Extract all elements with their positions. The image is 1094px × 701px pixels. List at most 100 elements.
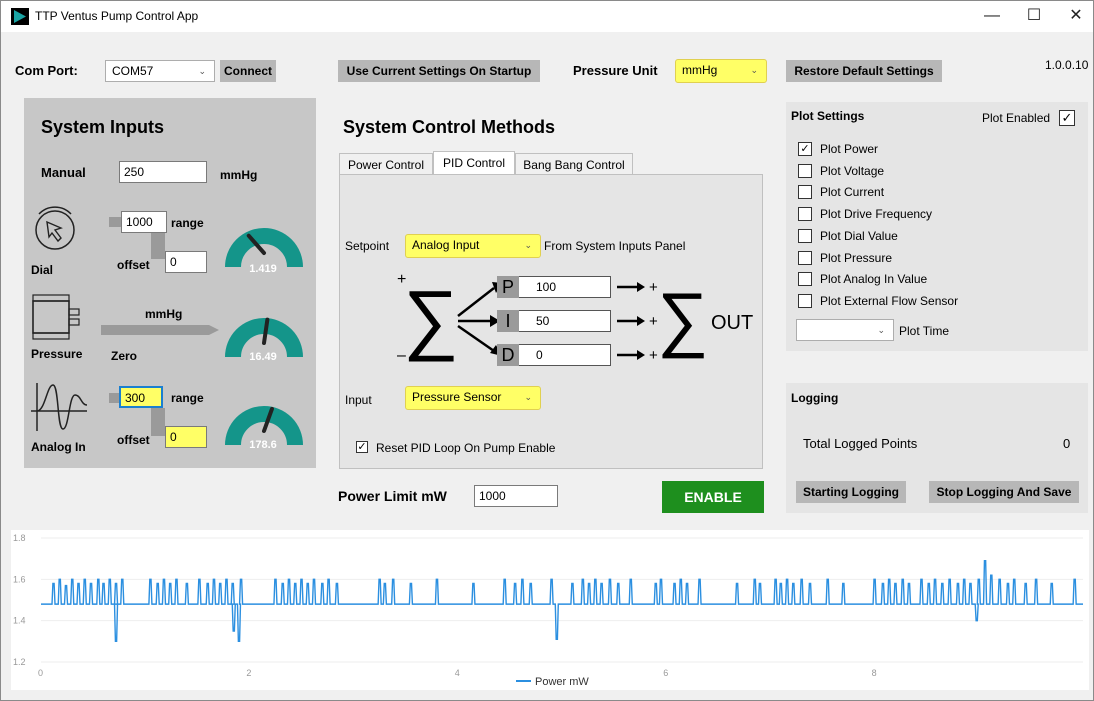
dial-range-arrow <box>109 217 121 227</box>
chart-area: 1.2 1.4 1.6 1.8 0 2 4 6 8 Power mW <box>11 530 1089 690</box>
setpoint-value: Analog Input <box>412 238 480 252</box>
chevron-down-icon: ⌄ <box>750 65 758 75</box>
p-gain-input[interactable]: 100 <box>511 276 611 298</box>
logging-title: Logging <box>791 391 839 405</box>
setpoint-note: From System Inputs Panel <box>544 239 686 253</box>
power-limit-label: Power Limit mW <box>338 488 447 504</box>
analog-waveform-icon <box>31 383 87 431</box>
enable-button[interactable]: ENABLE <box>662 481 764 513</box>
i-label: I <box>497 310 519 332</box>
maximize-button[interactable]: ☐ <box>1019 5 1049 27</box>
app-window: TTP Ventus Pump Control App — ☐ ✕ Com Po… <box>0 0 1094 701</box>
setpoint-select[interactable]: Analog Input ⌄ <box>405 234 541 258</box>
tab-power-control[interactable]: Power Control <box>339 153 433 175</box>
dial-range-label: range <box>171 216 204 230</box>
com-port-label: Com Port: <box>15 63 78 78</box>
sum-symbol-right: ∑ <box>657 279 709 359</box>
plot-item-label: Plot Power <box>820 142 879 156</box>
manual-unit: mmHg <box>220 168 258 182</box>
restore-defaults-button[interactable]: Restore Default Settings <box>786 60 942 82</box>
analog-range-label: range <box>171 391 204 405</box>
y-tick-label: 1.2 <box>13 657 26 667</box>
setpoint-label: Setpoint <box>345 239 390 253</box>
plot-item-checkbox[interactable]: ✓ <box>798 142 812 156</box>
d-label: D <box>497 344 519 366</box>
tab-bang-bang-control[interactable]: Bang Bang Control <box>515 153 633 175</box>
reset-pid-checkbox[interactable]: ✓ <box>356 441 368 453</box>
input-value: Pressure Sensor <box>412 390 502 404</box>
input-select[interactable]: Pressure Sensor ⌄ <box>405 386 541 410</box>
plot-item-label: Plot Voltage <box>820 163 885 178</box>
analog-in-label: Analog In <box>31 440 86 454</box>
window-title: TTP Ventus Pump Control App <box>35 9 199 23</box>
d-gain-input[interactable]: 0 <box>511 344 611 366</box>
y-tick-label: 1.8 <box>13 533 26 543</box>
total-logged-label: Total Logged Points <box>803 436 918 451</box>
plot-item-checkbox[interactable] <box>798 272 812 287</box>
input-label: Input <box>345 393 372 407</box>
plot-item-checkbox[interactable] <box>798 250 812 265</box>
plot-item-checkbox[interactable] <box>798 163 812 178</box>
analog-connector <box>151 408 165 436</box>
control-title: System Control Methods <box>343 117 556 137</box>
pressure-gauge-value: 16.49 <box>249 351 277 363</box>
pressure-sensor-icon <box>32 294 80 340</box>
plot-item-label: Plot Pressure <box>820 250 893 265</box>
use-current-settings-button[interactable]: Use Current Settings On Startup <box>338 60 540 82</box>
plot-item-checkbox[interactable] <box>798 293 812 308</box>
plot-item-label: Plot Analog In Value <box>820 272 928 287</box>
plot-item-checkbox[interactable] <box>798 228 812 243</box>
app-logo-icon <box>11 8 29 25</box>
com-port-select[interactable]: COM57 ⌄ <box>105 60 215 82</box>
com-port-value: COM57 <box>112 64 154 78</box>
plot-enabled-checkbox[interactable]: ✓ <box>1059 110 1075 126</box>
stop-logging-button[interactable]: Stop Logging And Save <box>929 481 1079 503</box>
system-inputs-title: System Inputs <box>41 117 165 137</box>
close-button[interactable]: ✕ <box>1061 5 1091 27</box>
pressure-unit-label: Pressure Unit <box>573 63 658 78</box>
zero-button[interactable]: Zero <box>111 349 137 363</box>
i-gain-input[interactable]: 50 <box>511 310 611 332</box>
plot-item-label: Plot External Flow Sensor <box>820 293 959 308</box>
dial-label: Dial <box>31 263 54 277</box>
x-tick-label: 6 <box>663 668 668 678</box>
power-limit-input[interactable]: 1000 <box>474 485 558 507</box>
analog-range-input[interactable]: 300 <box>119 386 163 408</box>
legend-label: Power mW <box>535 676 589 688</box>
pressure-unit-text: mmHg <box>145 307 183 321</box>
manual-input[interactable]: 250 <box>119 161 207 183</box>
start-logging-button[interactable]: Starting Logging <box>796 481 906 503</box>
plot-item-label: Plot Drive Frequency <box>820 207 933 222</box>
power-chart: 1.2 1.4 1.6 1.8 0 2 4 6 8 Power mW <box>13 533 1083 688</box>
analog-gauge-value: 178.6 <box>249 439 277 451</box>
y-tick-label: 1.4 <box>13 616 26 626</box>
minimize-button[interactable]: — <box>977 5 1007 27</box>
dial-range-input[interactable]: 1000 <box>121 211 167 233</box>
plot-enabled-label: Plot Enabled <box>982 111 1051 125</box>
pressure-unit-value: mmHg <box>682 63 718 77</box>
plot-time-label: Plot Time <box>899 324 950 338</box>
sum-symbol-left: ∑ <box>403 274 459 362</box>
connect-button[interactable]: Connect <box>220 60 276 82</box>
reset-pid-label: Reset PID Loop On Pump Enable <box>376 441 556 455</box>
power-series-line <box>41 560 1083 643</box>
plot-time-select[interactable]: ⌄ <box>796 319 894 341</box>
plot-item-checkbox[interactable] <box>798 185 812 200</box>
chevron-down-icon: ⌄ <box>198 66 206 76</box>
pressure-label: Pressure <box>31 347 83 361</box>
tab-pid-control[interactable]: PID Control <box>433 151 515 175</box>
chevron-down-icon: ⌄ <box>524 240 532 250</box>
dial-icon <box>35 206 75 250</box>
plot-settings-title: Plot Settings <box>791 109 865 123</box>
x-tick-label: 4 <box>455 668 460 678</box>
dial-gauge-value: 1.419 <box>249 263 277 275</box>
analog-offset-input[interactable]: 0 <box>165 426 207 448</box>
pressure-unit-select[interactable]: mmHg ⌄ <box>675 59 767 83</box>
dial-offset-label: offset <box>117 258 150 272</box>
chevron-down-icon: ⌄ <box>877 325 885 335</box>
plot-item-checkbox[interactable] <box>798 207 812 222</box>
x-tick-label: 2 <box>246 668 251 678</box>
title-bar: TTP Ventus Pump Control App — ☐ ✕ <box>1 1 1093 32</box>
dial-offset-input[interactable]: 0 <box>165 251 207 273</box>
p-label: P <box>497 276 519 298</box>
